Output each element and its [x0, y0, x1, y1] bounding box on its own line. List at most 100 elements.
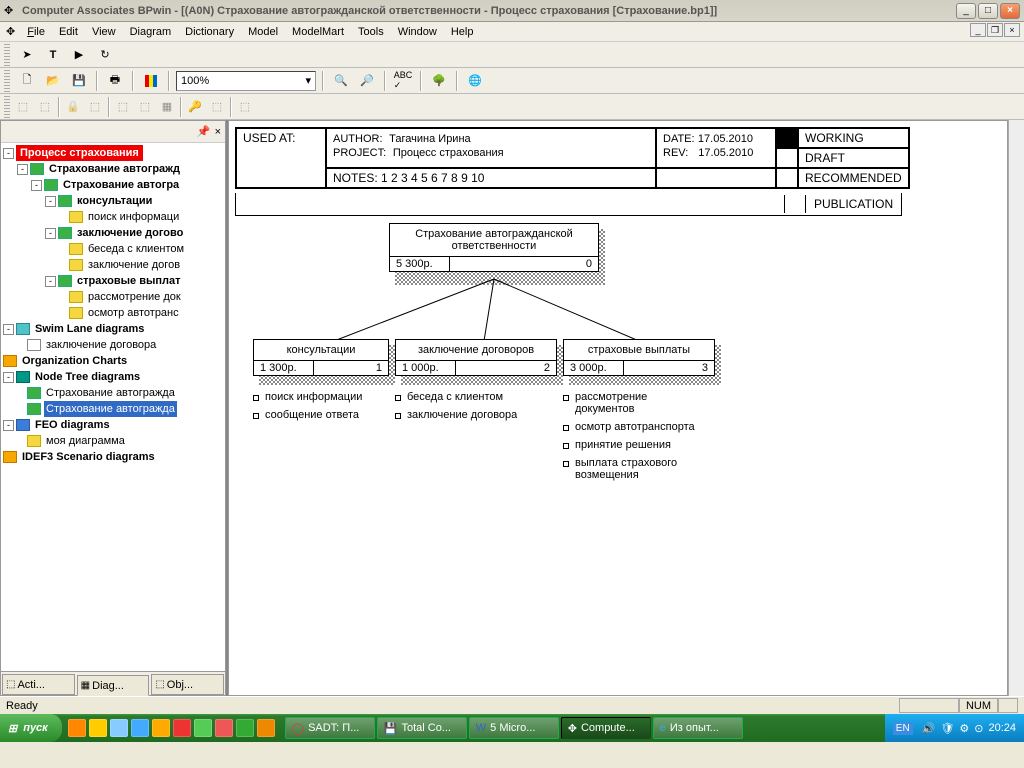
tree-item[interactable]: рассмотрение док [86, 289, 183, 305]
tray-icon[interactable]: ⊙ [974, 722, 983, 735]
menu-edit[interactable]: Edit [53, 24, 84, 40]
menu-modelmart[interactable]: ModelMart [286, 24, 350, 40]
mm-btn9[interactable]: ⬚ [234, 96, 256, 118]
tree-item[interactable]: беседа с клиентом [86, 241, 186, 257]
diagram-child-2[interactable]: заключение договоров 1 000р.2 [395, 339, 557, 376]
ql-icon[interactable] [194, 719, 212, 737]
menu-diagram[interactable]: Diagram [124, 24, 178, 40]
vertical-scrollbar[interactable] [1008, 120, 1024, 696]
zoom-combo[interactable]: 100%▾ [176, 71, 316, 91]
ql-icon[interactable] [215, 719, 233, 737]
palette-button[interactable] [140, 70, 162, 92]
taskbar-task[interactable]: ◯SADT: П... [285, 717, 375, 739]
menu-help[interactable]: Help [445, 24, 480, 40]
mm-btn1[interactable]: ⬚ [12, 96, 34, 118]
menu-window[interactable]: Window [392, 24, 443, 40]
tree-item[interactable]: страховые выплат [75, 273, 183, 289]
sidebar-tab-acti[interactable]: ⬚ Acti... [2, 674, 75, 695]
zoom-in-button[interactable]: 🔍 [330, 70, 352, 92]
pointer-tool[interactable]: ➤ [16, 44, 38, 66]
tree-view[interactable]: -Процесс страхования -Страхование автогр… [1, 143, 225, 671]
diagram-child-3[interactable]: страховые выплаты 3 000р.3 [563, 339, 715, 376]
tree-item[interactable]: Страхование автогражда [44, 385, 177, 401]
close-button[interactable]: × [1000, 3, 1020, 19]
tree-item[interactable]: заключение договора [44, 337, 158, 353]
taskbar-task[interactable]: 💾Total Co... [377, 717, 467, 739]
ql-icon[interactable] [173, 719, 191, 737]
start-button[interactable]: ⊞ пуск [0, 714, 62, 742]
tree-org[interactable]: Organization Charts [20, 353, 129, 369]
diagram-child-1[interactable]: консультации 1 300р.1 [253, 339, 389, 376]
save-button[interactable]: 💾 [68, 70, 90, 92]
pin-icon[interactable]: 📌 [197, 125, 211, 138]
window-title: Computer Associates BPwin - [(A0N) Страх… [22, 5, 956, 17]
ql-icon[interactable] [110, 719, 128, 737]
maximize-button[interactable]: □ [978, 3, 998, 19]
tree-item-selected[interactable]: Страхование автогражда [44, 401, 177, 417]
spellcheck-button[interactable]: ABC✓ [392, 70, 414, 92]
windows-icon: ⊞ [8, 722, 17, 735]
tray-icon[interactable]: 🛡 [940, 722, 954, 735]
zoom-out-button[interactable]: 🔎 [356, 70, 378, 92]
tree-item[interactable]: Страхование автогражд [47, 161, 182, 177]
sidebar-tab-diag[interactable]: ▦ Diag... [77, 675, 150, 696]
ql-icon[interactable] [131, 719, 149, 737]
mm-lock[interactable]: 🔒 [62, 96, 84, 118]
new-button[interactable]: 🗋 [16, 70, 38, 92]
diagram-canvas[interactable]: USED AT: AUTHOR: Тагачина Ирина PROJECT:… [228, 120, 1008, 696]
tree-idef3[interactable]: IDEF3 Scenario diagrams [20, 449, 157, 465]
tree-item[interactable]: моя диаграмма [44, 433, 127, 449]
mm-btn2[interactable]: ⬚ [34, 96, 56, 118]
taskbar-task[interactable]: W5 Micro... [469, 717, 559, 739]
mm-btn7[interactable]: 🔑 [184, 96, 206, 118]
mm-btn8[interactable]: ⬚ [206, 96, 228, 118]
minimize-button[interactable]: _ [956, 3, 976, 19]
tree-item[interactable]: консультации [75, 193, 154, 209]
taskbar-task-active[interactable]: ✥Compute... [561, 717, 651, 739]
tree-nodetree[interactable]: Node Tree diagrams [33, 369, 142, 385]
panel-close-icon[interactable]: × [215, 126, 221, 138]
tree-root[interactable]: Процесс страхования [16, 145, 143, 161]
menu-bar: ✥ File Edit View Diagram Dictionary Mode… [0, 22, 1024, 42]
tree-item[interactable]: осмотр автотранс [86, 305, 181, 321]
tray-icon[interactable]: 🔊 [922, 722, 936, 735]
menu-view[interactable]: View [86, 24, 122, 40]
tree-swim[interactable]: Swim Lane diagrams [33, 321, 146, 337]
menu-file[interactable]: File [21, 24, 51, 40]
refresh-tool[interactable]: ↻ [94, 44, 116, 66]
tree-button[interactable]: 🌳 [428, 70, 450, 92]
ql-icon[interactable] [236, 719, 254, 737]
ql-icon[interactable] [257, 719, 275, 737]
tree-item[interactable]: заключение догов [86, 257, 182, 273]
mm-btn6[interactable]: ▦ [156, 96, 178, 118]
tree-item[interactable]: Страхование автогра [61, 177, 181, 193]
mdi-minimize[interactable]: _ [970, 23, 986, 37]
ql-icon[interactable] [152, 719, 170, 737]
tree-item[interactable]: заключение догово [75, 225, 185, 241]
ql-icon[interactable] [68, 719, 86, 737]
mdi-icon: ✥ [6, 25, 15, 38]
menu-dictionary[interactable]: Dictionary [179, 24, 240, 40]
open-button[interactable]: 📂 [42, 70, 64, 92]
mm-btn4[interactable]: ⬚ [112, 96, 134, 118]
play-tool[interactable]: ▶ [68, 44, 90, 66]
sidebar-tab-obj[interactable]: ⬚ Obj... [151, 674, 224, 695]
world-button[interactable]: 🌐 [464, 70, 486, 92]
diagram-root-node[interactable]: Страхование автогражданской ответственно… [389, 223, 599, 272]
text-tool[interactable]: T [42, 44, 64, 66]
taskbar-task[interactable]: eИз опыт... [653, 717, 743, 739]
tree-feo[interactable]: FEO diagrams [33, 417, 112, 433]
menu-tools[interactable]: Tools [352, 24, 390, 40]
mm-btn3[interactable]: ⬚ [84, 96, 106, 118]
language-indicator[interactable]: EN [893, 722, 913, 735]
print-button[interactable]: 🖶 [104, 70, 126, 92]
mdi-restore[interactable]: ❐ [987, 23, 1003, 37]
mm-btn5[interactable]: ⬚ [134, 96, 156, 118]
tray-icon[interactable]: ⚙ [959, 722, 969, 735]
menu-model[interactable]: Model [242, 24, 284, 40]
ql-icon[interactable] [89, 719, 107, 737]
tree-item[interactable]: поиск информаци [86, 209, 181, 225]
clock[interactable]: 20:24 [988, 722, 1016, 734]
toolbar-standard: 🗋 📂 💾 🖶 100%▾ 🔍 🔎 ABC✓ 🌳 🌐 [0, 68, 1024, 94]
mdi-close[interactable]: × [1004, 23, 1020, 37]
